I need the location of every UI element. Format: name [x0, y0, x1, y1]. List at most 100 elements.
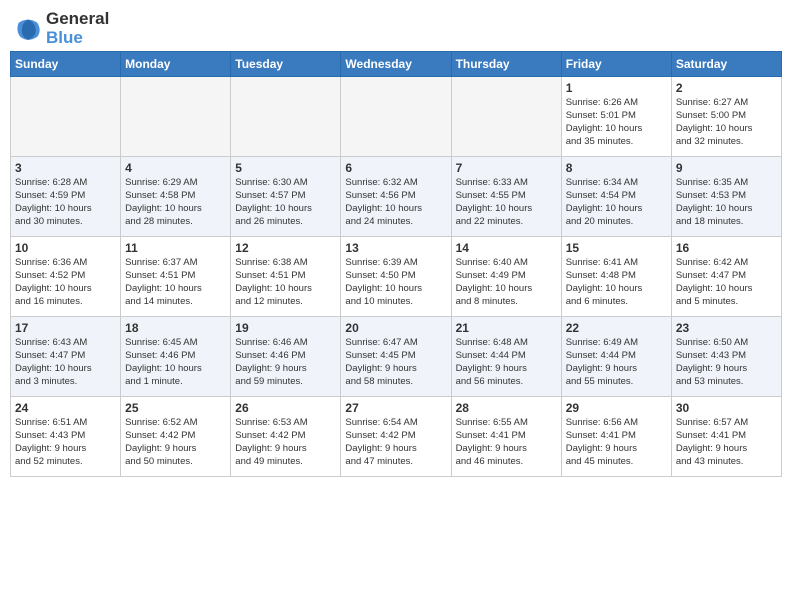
week-row-3: 10 Sunrise: 6:36 AMSunset: 4:52 PMDayligh… — [11, 237, 782, 317]
day-info: Sunrise: 6:41 AMSunset: 4:48 PMDaylight:… — [566, 257, 667, 308]
day-number: 27 — [345, 401, 446, 415]
day-cell: 4 Sunrise: 6:29 AMSunset: 4:58 PMDaylight… — [121, 157, 231, 237]
day-cell — [341, 77, 451, 157]
day-number: 29 — [566, 401, 667, 415]
day-cell — [231, 77, 341, 157]
day-cell: 8 Sunrise: 6:34 AMSunset: 4:54 PMDaylight… — [561, 157, 671, 237]
header: General Blue — [10, 10, 782, 47]
day-number: 5 — [235, 161, 336, 175]
day-info: Sunrise: 6:55 AMSunset: 4:41 PMDaylight:… — [456, 417, 557, 468]
weekday-header-monday: Monday — [121, 52, 231, 77]
day-number: 12 — [235, 241, 336, 255]
day-info: Sunrise: 6:38 AMSunset: 4:51 PMDaylight:… — [235, 257, 336, 308]
day-cell: 24Sunrise: 6:51 AMSunset: 4:43 PMDayligh… — [11, 397, 121, 477]
day-cell — [121, 77, 231, 157]
day-cell: 27 Sunrise: 6:54 AMSunset: 4:42 PMDayligh… — [341, 397, 451, 477]
day-cell: 19Sunrise: 6:46 AMSunset: 4:46 PMDayligh… — [231, 317, 341, 397]
day-cell: 25 Sunrise: 6:52 AMSunset: 4:42 PMDayligh… — [121, 397, 231, 477]
weekday-header-saturday: Saturday — [671, 52, 781, 77]
day-cell: 18 Sunrise: 6:45 AMSunset: 4:46 PMDayligh… — [121, 317, 231, 397]
day-cell: 20 Sunrise: 6:47 AMSunset: 4:45 PMDayligh… — [341, 317, 451, 397]
weekday-header-thursday: Thursday — [451, 52, 561, 77]
day-cell: 28 Sunrise: 6:55 AMSunset: 4:41 PMDayligh… — [451, 397, 561, 477]
day-cell: 11Sunrise: 6:37 AMSunset: 4:51 PMDayligh… — [121, 237, 231, 317]
day-info: Sunrise: 6:54 AMSunset: 4:42 PMDaylight:… — [345, 417, 446, 468]
day-number: 9 — [676, 161, 777, 175]
weekday-header-tuesday: Tuesday — [231, 52, 341, 77]
day-cell: 6Sunrise: 6:32 AMSunset: 4:56 PMDaylight… — [341, 157, 451, 237]
week-row-1: 1Sunrise: 6:26 AMSunset: 5:01 PMDaylight… — [11, 77, 782, 157]
weekday-header-row: SundayMondayTuesdayWednesdayThursdayFrid… — [11, 52, 782, 77]
day-number: 26 — [235, 401, 336, 415]
day-info: Sunrise: 6:33 AMSunset: 4:55 PMDaylight:… — [456, 177, 557, 228]
day-number: 22 — [566, 321, 667, 335]
day-number: 23 — [676, 321, 777, 335]
day-info: Sunrise: 6:37 AMSunset: 4:51 PMDaylight:… — [125, 257, 226, 308]
day-info: Sunrise: 6:49 AMSunset: 4:44 PMDaylight:… — [566, 337, 667, 388]
day-number: 2 — [676, 81, 777, 95]
logo-area: General Blue — [14, 10, 109, 47]
logo-line1: General — [46, 10, 109, 29]
day-number: 17 — [15, 321, 116, 335]
day-cell: 2 Sunrise: 6:27 AMSunset: 5:00 PMDaylight… — [671, 77, 781, 157]
day-number: 25 — [125, 401, 226, 415]
day-info: Sunrise: 6:43 AMSunset: 4:47 PMDaylight:… — [15, 337, 116, 388]
day-number: 16 — [676, 241, 777, 255]
day-number: 30 — [676, 401, 777, 415]
day-cell: 30Sunrise: 6:57 AMSunset: 4:41 PMDayligh… — [671, 397, 781, 477]
day-number: 28 — [456, 401, 557, 415]
day-info: Sunrise: 6:47 AMSunset: 4:45 PMDaylight:… — [345, 337, 446, 388]
day-number: 20 — [345, 321, 446, 335]
day-cell: 29 Sunrise: 6:56 AMSunset: 4:41 PMDayligh… — [561, 397, 671, 477]
day-info: Sunrise: 6:30 AMSunset: 4:57 PMDaylight:… — [235, 177, 336, 228]
day-number: 4 — [125, 161, 226, 175]
day-info: Sunrise: 6:28 AMSunset: 4:59 PMDaylight:… — [15, 177, 116, 228]
day-cell: 17 Sunrise: 6:43 AMSunset: 4:47 PMDayligh… — [11, 317, 121, 397]
day-info: Sunrise: 6:50 AMSunset: 4:43 PMDaylight:… — [676, 337, 777, 388]
day-info: Sunrise: 6:35 AMSunset: 4:53 PMDaylight:… — [676, 177, 777, 228]
day-number: 15 — [566, 241, 667, 255]
weekday-header-friday: Friday — [561, 52, 671, 77]
day-cell: 16 Sunrise: 6:42 AMSunset: 4:47 PMDayligh… — [671, 237, 781, 317]
day-cell: 23 Sunrise: 6:50 AMSunset: 4:43 PMDayligh… — [671, 317, 781, 397]
day-cell: 14Sunrise: 6:40 AMSunset: 4:49 PMDayligh… — [451, 237, 561, 317]
day-number: 19 — [235, 321, 336, 335]
day-number: 7 — [456, 161, 557, 175]
weekday-header-wednesday: Wednesday — [341, 52, 451, 77]
day-number: 10 — [15, 241, 116, 255]
week-row-5: 24Sunrise: 6:51 AMSunset: 4:43 PMDayligh… — [11, 397, 782, 477]
day-cell: 22 Sunrise: 6:49 AMSunset: 4:44 PMDayligh… — [561, 317, 671, 397]
day-cell — [11, 77, 121, 157]
day-cell: 9 Sunrise: 6:35 AMSunset: 4:53 PMDaylight… — [671, 157, 781, 237]
day-cell: 1Sunrise: 6:26 AMSunset: 5:01 PMDaylight… — [561, 77, 671, 157]
day-number: 18 — [125, 321, 226, 335]
day-info: Sunrise: 6:27 AMSunset: 5:00 PMDaylight:… — [676, 97, 777, 148]
day-cell: 13 Sunrise: 6:39 AMSunset: 4:50 PMDayligh… — [341, 237, 451, 317]
day-info: Sunrise: 6:36 AMSunset: 4:52 PMDaylight:… — [15, 257, 116, 308]
day-info: Sunrise: 6:52 AMSunset: 4:42 PMDaylight:… — [125, 417, 226, 468]
day-cell: 7 Sunrise: 6:33 AMSunset: 4:55 PMDaylight… — [451, 157, 561, 237]
day-number: 24 — [15, 401, 116, 415]
day-info: Sunrise: 6:39 AMSunset: 4:50 PMDaylight:… — [345, 257, 446, 308]
day-info: Sunrise: 6:42 AMSunset: 4:47 PMDaylight:… — [676, 257, 777, 308]
week-row-4: 17 Sunrise: 6:43 AMSunset: 4:47 PMDayligh… — [11, 317, 782, 397]
day-cell — [451, 77, 561, 157]
day-info: Sunrise: 6:56 AMSunset: 4:41 PMDaylight:… — [566, 417, 667, 468]
day-cell: 12 Sunrise: 6:38 AMSunset: 4:51 PMDayligh… — [231, 237, 341, 317]
day-cell: 3 Sunrise: 6:28 AMSunset: 4:59 PMDaylight… — [11, 157, 121, 237]
day-number: 21 — [456, 321, 557, 335]
weekday-header-sunday: Sunday — [11, 52, 121, 77]
day-number: 8 — [566, 161, 667, 175]
day-info: Sunrise: 6:34 AMSunset: 4:54 PMDaylight:… — [566, 177, 667, 228]
day-cell: 10 Sunrise: 6:36 AMSunset: 4:52 PMDayligh… — [11, 237, 121, 317]
day-number: 13 — [345, 241, 446, 255]
day-info: Sunrise: 6:45 AMSunset: 4:46 PMDaylight:… — [125, 337, 226, 388]
day-info: Sunrise: 6:32 AMSunset: 4:56 PMDaylight:… — [345, 177, 446, 228]
day-cell: 15 Sunrise: 6:41 AMSunset: 4:48 PMDayligh… — [561, 237, 671, 317]
day-info: Sunrise: 6:48 AMSunset: 4:44 PMDaylight:… — [456, 337, 557, 388]
day-info: Sunrise: 6:29 AMSunset: 4:58 PMDaylight:… — [125, 177, 226, 228]
day-number: 1 — [566, 81, 667, 95]
day-info: Sunrise: 6:40 AMSunset: 4:49 PMDaylight:… — [456, 257, 557, 308]
day-info: Sunrise: 6:53 AMSunset: 4:42 PMDaylight:… — [235, 417, 336, 468]
day-number: 3 — [15, 161, 116, 175]
